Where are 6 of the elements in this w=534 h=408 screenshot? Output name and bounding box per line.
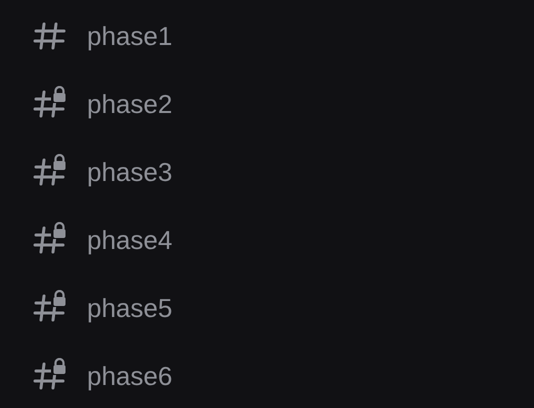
channel-item[interactable]: phase4 bbox=[0, 206, 534, 274]
channel-item[interactable]: phase2 bbox=[0, 70, 534, 138]
channel-item[interactable]: phase3 bbox=[0, 138, 534, 206]
channel-item[interactable]: phase6 bbox=[0, 342, 534, 408]
channel-item[interactable]: phase1 bbox=[0, 2, 534, 70]
channel-item[interactable]: phase5 bbox=[0, 274, 534, 342]
